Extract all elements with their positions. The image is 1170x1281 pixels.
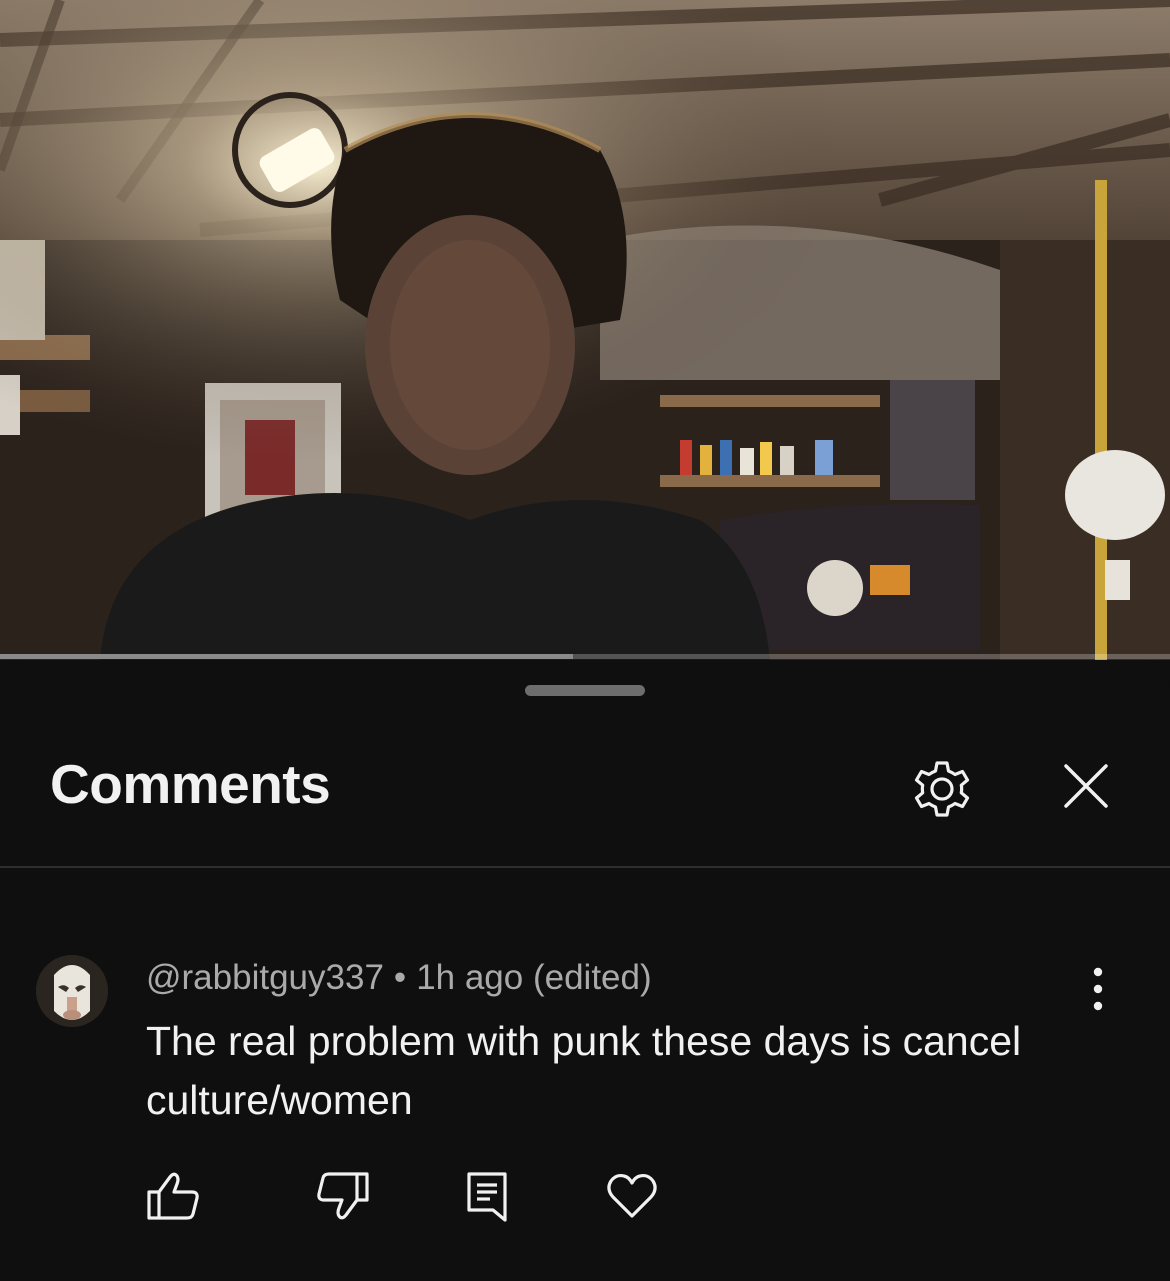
comments-title: Comments <box>50 753 331 815</box>
heart-icon <box>607 1173 657 1218</box>
settings-button[interactable] <box>905 752 979 826</box>
dislike-button[interactable] <box>314 1168 370 1224</box>
header-divider <box>0 866 1170 868</box>
video-progress-fill <box>0 654 574 659</box>
comment-timestamp: 1h ago (edited) <box>416 958 652 997</box>
comments-sheet: Comments @rabbitguy337 • 1h ago (edited)… <box>0 660 1170 1281</box>
gear-icon <box>914 761 970 817</box>
thumbs-up-icon <box>147 1172 199 1220</box>
comment-more-button[interactable] <box>1075 965 1121 1015</box>
thumbs-down-icon <box>317 1172 369 1220</box>
masked-face-avatar-image <box>36 955 108 1027</box>
video-frame <box>0 0 1170 660</box>
comment-text: The real problem with punk these days is… <box>146 1018 1022 1123</box>
meta-separator: • <box>393 958 407 997</box>
comment-author[interactable]: @rabbitguy337 <box>146 958 384 997</box>
avatar[interactable] <box>36 955 108 1027</box>
heart-button[interactable] <box>604 1168 660 1224</box>
like-button[interactable] <box>146 1168 202 1224</box>
video-player[interactable] <box>0 0 1170 660</box>
more-vert-icon <box>1093 967 1103 1011</box>
comment-meta: @rabbitguy337 • 1h ago (edited) <box>146 958 652 998</box>
reply-button[interactable] <box>460 1168 516 1224</box>
reply-icon <box>467 1172 507 1222</box>
close-button[interactable] <box>1050 752 1124 826</box>
drag-handle[interactable] <box>525 685 645 696</box>
video-progress-bar[interactable] <box>0 654 1170 659</box>
close-icon <box>1064 764 1108 808</box>
